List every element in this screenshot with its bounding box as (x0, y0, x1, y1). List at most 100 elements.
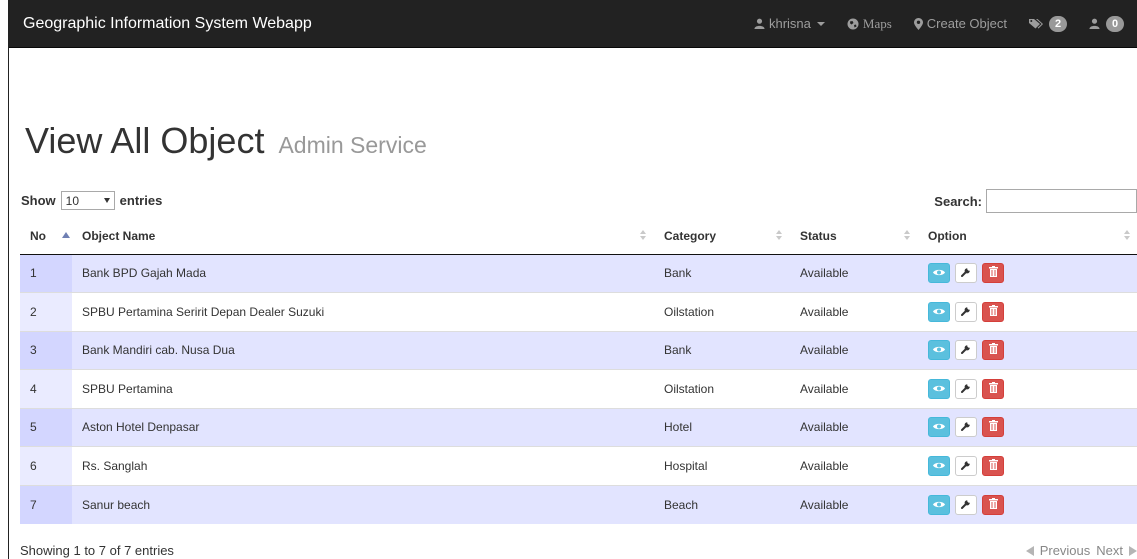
row-actions (928, 340, 1128, 361)
user-count-badge: 0 (1106, 15, 1124, 32)
previous-button[interactable]: Previous (1025, 543, 1090, 558)
cell-status: Available (790, 369, 918, 408)
cell-category: Oilstation (654, 292, 790, 331)
cell-status: Available (790, 407, 918, 447)
entries-length-control: Show 10 entries (21, 191, 162, 210)
create-object-label: Create Object (926, 16, 1007, 31)
trash-icon (988, 343, 998, 357)
search-input[interactable] (986, 189, 1137, 213)
column-header-no[interactable]: No (20, 219, 72, 255)
cell-object-name: Aston Hotel Denpasar (72, 407, 654, 447)
row-actions (928, 455, 1128, 476)
next-button[interactable]: Next (1096, 543, 1137, 558)
cell-no: 7 (20, 484, 72, 524)
view-button[interactable] (928, 494, 950, 515)
row-actions (928, 494, 1128, 515)
users-link[interactable]: 0 (1089, 15, 1124, 32)
cell-status: Available (790, 292, 918, 331)
delete-button[interactable] (982, 494, 1004, 515)
cell-option (918, 253, 1137, 293)
tags-link[interactable]: 2 (1029, 15, 1067, 32)
brand-title[interactable]: Geographic Information System Webapp (9, 15, 312, 33)
eye-icon (933, 266, 945, 280)
table-row: 6 Rs. Sanglah Hospital Available (20, 446, 1137, 485)
maps-label: Maps (862, 15, 892, 31)
eye-icon (933, 305, 945, 319)
table-row: 1 Bank BPD Gajah Mada Bank Available (20, 253, 1137, 293)
entries-label: entries (119, 193, 163, 208)
delete-button[interactable] (982, 340, 1004, 361)
edit-button[interactable] (955, 378, 977, 399)
edit-button[interactable] (955, 455, 977, 476)
cell-option (918, 407, 1137, 447)
page-subtitle: Admin Service (278, 132, 427, 158)
maps-link[interactable]: Maps (847, 16, 892, 32)
row-actions (928, 301, 1128, 322)
cell-no: 2 (20, 292, 72, 331)
cell-no: 5 (20, 407, 72, 447)
table-header-row: No Object Name Category Status Option (20, 219, 1137, 255)
table-row: 3 Bank Mandiri cab. Nusa Dua Bank Available (20, 330, 1137, 370)
view-button[interactable] (928, 340, 950, 361)
table-row: 2 SPBU Pertamina Seririt Depan Dealer Suz… (20, 292, 1137, 331)
chevron-down-icon (103, 198, 110, 203)
eye-icon (933, 382, 945, 396)
edit-button[interactable] (955, 494, 977, 515)
wrench-icon (960, 343, 972, 357)
wrench-icon (960, 459, 972, 473)
chevron-down-icon (816, 21, 825, 26)
wrench-icon (960, 498, 972, 512)
cell-object-name: Bank BPD Gajah Mada (72, 253, 654, 293)
user-menu[interactable]: khrisna (754, 16, 825, 31)
cell-object-name: Bank Mandiri cab. Nusa Dua (72, 330, 654, 370)
delete-button[interactable] (982, 417, 1004, 438)
column-header-option[interactable]: Option (918, 219, 1137, 255)
edit-button[interactable] (955, 301, 977, 322)
column-header-status[interactable]: Status (790, 219, 918, 255)
delete-button[interactable] (982, 378, 1004, 399)
edit-button[interactable] (955, 263, 977, 284)
create-object-link[interactable]: Create Object (913, 16, 1007, 31)
cell-status: Available (790, 330, 918, 370)
user-icon (754, 18, 765, 29)
delete-button[interactable] (982, 301, 1004, 322)
eye-icon (933, 459, 945, 473)
cell-no: 4 (20, 369, 72, 408)
edit-button[interactable] (955, 417, 977, 438)
cell-status: Available (790, 253, 918, 293)
trash-icon (988, 381, 998, 396)
cell-status: Available (790, 446, 918, 485)
show-label: Show (21, 193, 56, 208)
wrench-icon (960, 305, 972, 319)
cell-category: Hospital (654, 446, 790, 485)
view-button[interactable] (928, 455, 950, 476)
column-header-object-name[interactable]: Object Name (72, 219, 654, 255)
delete-button[interactable] (982, 455, 1004, 476)
view-button[interactable] (928, 301, 950, 322)
search-control: Search: (934, 189, 1137, 213)
map-marker-icon (913, 17, 923, 30)
delete-button[interactable] (982, 263, 1004, 284)
view-button[interactable] (928, 378, 950, 399)
cell-status: Available (790, 484, 918, 524)
pagination: Previous Next (1025, 543, 1137, 558)
user-name: khrisna (768, 16, 811, 31)
cell-category: Oilstation (654, 369, 790, 408)
edit-button[interactable] (955, 340, 977, 361)
cell-option (918, 484, 1137, 524)
cell-object-name: SPBU Pertamina Seririt Depan Dealer Suzu… (72, 292, 654, 331)
cell-object-name: Rs. Sanglah (72, 446, 654, 485)
tags-icon (1029, 18, 1043, 29)
objects-table: No Object Name Category Status Option 1B… (20, 219, 1137, 524)
cell-no: 3 (20, 330, 72, 370)
table-body: 1 Bank BPD Gajah Mada Bank Available 2 SPBU P… (20, 253, 1137, 524)
view-button[interactable] (928, 417, 950, 438)
column-header-category[interactable]: Category (654, 219, 790, 255)
view-button[interactable] (928, 263, 950, 284)
app-frame: Geographic Information System Webapp khr… (8, 0, 1137, 559)
entries-select[interactable]: 10 (60, 191, 115, 210)
triangle-left-icon (1025, 545, 1034, 556)
globe-icon (847, 18, 859, 30)
cell-category: Hotel (654, 407, 790, 447)
cell-no: 1 (20, 253, 72, 293)
